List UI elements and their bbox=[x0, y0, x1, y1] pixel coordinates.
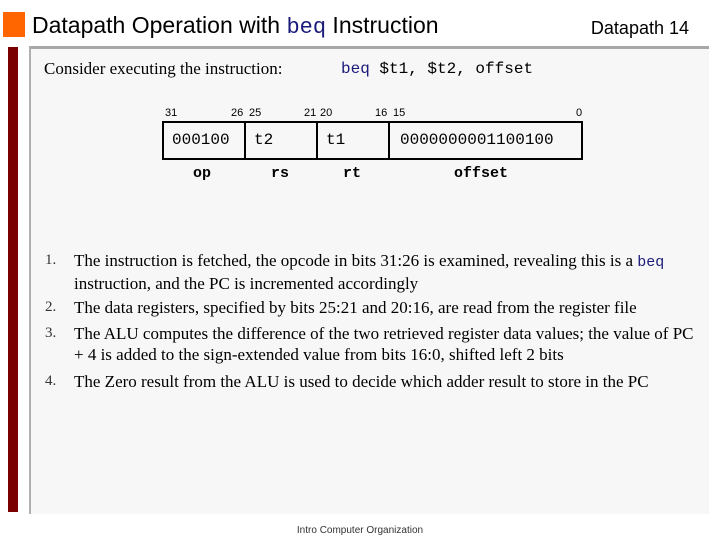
intro-text: Consider executing the instruction: bbox=[44, 59, 283, 78]
instruction-example: beq $t1, $t2, offset bbox=[341, 59, 533, 79]
slide-number: Datapath 14 bbox=[590, 18, 689, 38]
title-prefix: Datapath Operation with bbox=[32, 12, 287, 38]
list-item-text: The ALU computes the difference of the t… bbox=[74, 323, 699, 365]
list-item-code: beq bbox=[637, 254, 665, 271]
footer-text: Intro Computer Organization bbox=[296, 525, 424, 536]
bit-number: 16 bbox=[375, 107, 388, 119]
bit-number: 25 bbox=[249, 107, 262, 119]
field-rs-value: t2 bbox=[244, 121, 316, 160]
list-item-number: 4. bbox=[45, 373, 57, 389]
list-item-text-part: instruction, and the PC is incremented a… bbox=[74, 274, 419, 293]
list-item-text: The data registers, specified by bits 25… bbox=[74, 297, 699, 318]
list-item-text-part: The ALU computes the difference of the t… bbox=[74, 324, 694, 364]
title-suffix: Instruction bbox=[326, 12, 439, 38]
bit-number: 15 bbox=[393, 107, 406, 119]
field-offset-label: offset bbox=[454, 165, 509, 182]
bit-number: 26 bbox=[231, 107, 244, 119]
title-accent-square bbox=[3, 12, 25, 37]
field-op-label: op bbox=[193, 165, 212, 182]
field-rt-label: rt bbox=[343, 165, 362, 182]
list-item-text-part: The Zero result from the ALU is used to … bbox=[74, 372, 649, 391]
bit-number: 31 bbox=[165, 107, 178, 119]
bit-number: 21 bbox=[304, 107, 317, 119]
title-code: beq bbox=[286, 15, 327, 40]
slide-title: Datapath Operation with beq Instruction bbox=[32, 11, 439, 42]
field-offset-value: 0000000001100100 bbox=[388, 121, 583, 160]
field-rt-value: t1 bbox=[316, 121, 388, 160]
list-item-text-part: The instruction is fetched, the opcode i… bbox=[74, 251, 638, 270]
list-item-text: The Zero result from the ALU is used to … bbox=[74, 371, 699, 392]
field-rs-label: rs bbox=[271, 165, 290, 182]
instruction-operands: $t1, $t2, offset bbox=[369, 60, 534, 78]
left-accent-bar bbox=[8, 47, 18, 512]
list-item-number: 2. bbox=[45, 299, 57, 315]
instruction-keyword: beq bbox=[341, 60, 370, 78]
list-item-number: 3. bbox=[45, 325, 57, 341]
list-item-text-part: The data registers, specified by bits 25… bbox=[74, 298, 637, 317]
list-item-text: The instruction is fetched, the opcode i… bbox=[74, 250, 699, 294]
list-item-number: 1. bbox=[45, 252, 57, 268]
bit-number: 20 bbox=[320, 107, 333, 119]
bit-number: 0 bbox=[576, 107, 583, 119]
field-op-value: 000100 bbox=[162, 121, 244, 160]
